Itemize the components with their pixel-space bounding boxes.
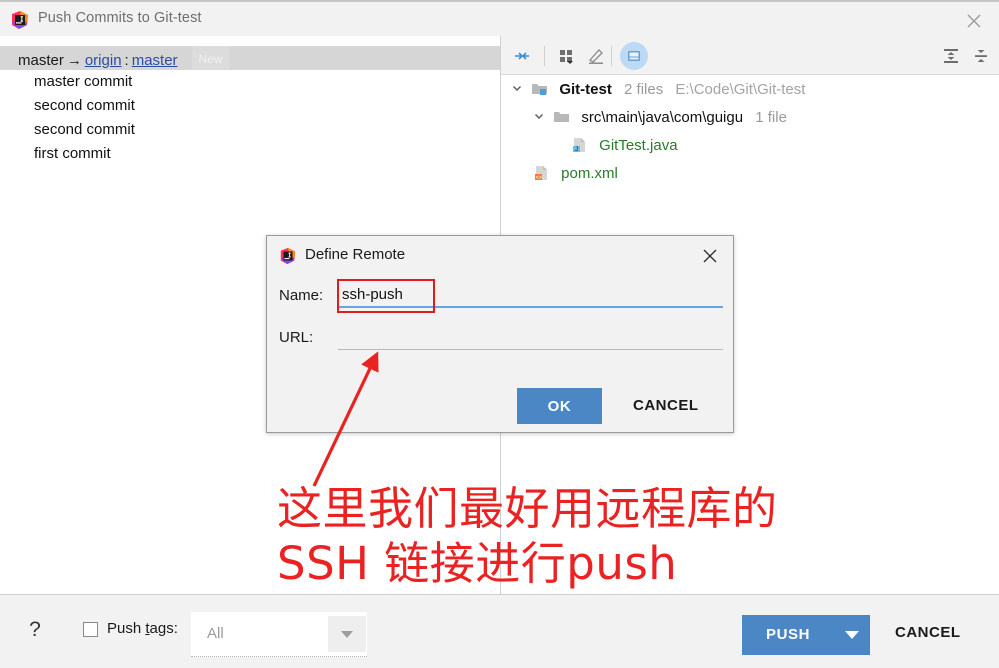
dialog-title: Define Remote (305, 246, 406, 263)
collapse-all-icon[interactable] (968, 43, 994, 69)
intellij-idea-icon (10, 10, 30, 30)
svg-text:<>: <> (536, 175, 542, 181)
tree-node-count: 1 file (755, 109, 787, 126)
java-file-icon: J (571, 135, 589, 153)
chevron-down-icon[interactable] (533, 104, 549, 132)
list-item[interactable]: second commit (0, 94, 500, 118)
push-dropdown-arrow-icon[interactable] (834, 615, 870, 655)
remote-url-input[interactable] (338, 324, 723, 350)
svg-text:J: J (575, 147, 578, 153)
preview-diff-icon[interactable] (620, 42, 648, 70)
cancel-button[interactable]: CANCEL (895, 624, 961, 641)
tree-row[interactable]: J GitTest.java (501, 132, 999, 160)
url-field-label: URL: (279, 329, 314, 346)
toolbar-divider-1 (544, 46, 545, 66)
tags-combo-value: All (207, 625, 224, 642)
tree-node-path: E:\Code\Git\Git-test (675, 81, 806, 98)
tree-row[interactable]: Git-test 2 files E:\Code\Git\Git-test (501, 76, 999, 104)
tree-node-label: pom.xml (561, 165, 618, 182)
edit-source-icon[interactable] (583, 43, 609, 69)
intellij-idea-icon (279, 247, 297, 265)
window-title: Push Commits to Git-test (38, 10, 202, 26)
push-tags-checkbox[interactable] (83, 622, 98, 637)
toolbar-divider-2 (611, 46, 612, 66)
list-item[interactable]: master commit (0, 70, 500, 94)
new-branch-badge: New (191, 46, 230, 73)
xml-file-icon: <> (533, 163, 551, 181)
local-branch-label: master (18, 52, 64, 69)
list-item[interactable]: second commit (0, 118, 500, 142)
close-icon[interactable] (963, 10, 985, 32)
define-remote-dialog: Define Remote Name: URL: OK CANCEL (266, 235, 734, 433)
chevron-down-icon[interactable] (328, 616, 366, 652)
dialog-ok-button[interactable]: OK (517, 388, 602, 424)
tree-node-label: GitTest.java (599, 137, 678, 154)
window-title-bar: Push Commits to Git-test (0, 0, 999, 36)
tree-node-label: Git-test (559, 81, 612, 98)
expand-all-icon[interactable] (938, 43, 964, 69)
tags-combo[interactable]: All (191, 612, 367, 657)
file-tree-toolbar (501, 36, 999, 75)
push-button[interactable]: PUSH (742, 615, 870, 655)
tree-row[interactable]: src\main\java\com\guigu 1 file (501, 104, 999, 132)
push-tags-label-after: ags: (149, 620, 178, 637)
push-tags-label-before: Push (107, 620, 146, 637)
chevron-down-icon[interactable] (511, 76, 527, 104)
close-icon[interactable] (700, 246, 720, 266)
remote-name-input[interactable] (338, 282, 723, 308)
branch-separator: : (124, 52, 129, 69)
branch-header-row[interactable]: master → origin: master New (0, 46, 500, 73)
help-icon[interactable]: ? (24, 617, 46, 643)
tree-row[interactable]: <> pom.xml (501, 160, 999, 188)
arrow-glyph: → (66, 52, 82, 69)
push-button-label: PUSH (766, 626, 811, 643)
tree-node-count: 2 files (624, 81, 664, 98)
remote-name-link[interactable]: origin (85, 52, 122, 69)
name-field-label: Name: (279, 287, 324, 304)
remote-branch-link[interactable]: master (132, 52, 178, 69)
collapse-selection-icon[interactable] (509, 43, 535, 69)
tree-node-label: src\main\java\com\guigu (581, 109, 744, 126)
folder-icon (553, 107, 571, 123)
group-by-icon[interactable] (553, 43, 579, 69)
dialog-cancel-button[interactable]: CANCEL (633, 397, 699, 414)
list-item[interactable]: first commit (0, 142, 500, 166)
push-commits-window: Push Commits to Git-test master → origin: m… (0, 0, 999, 668)
push-tags-label[interactable]: Push tags: (107, 620, 178, 637)
module-folder-icon (531, 79, 549, 95)
